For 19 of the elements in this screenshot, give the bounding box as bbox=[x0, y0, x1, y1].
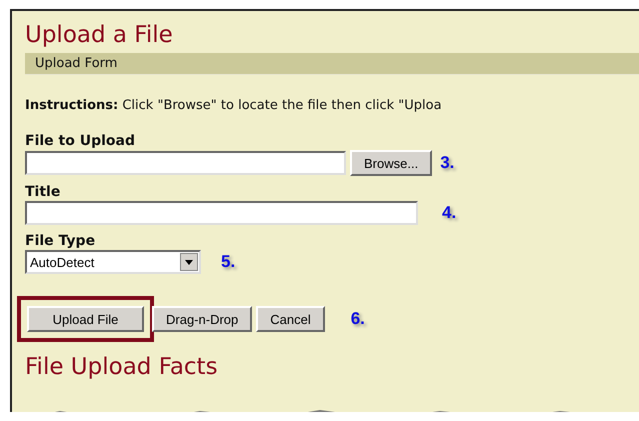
instructions-text: Instructions: Click "Browse" to locate the file then click "Uploa bbox=[25, 98, 443, 113]
action-button[interactable]: Drag-n-Drop bbox=[152, 306, 252, 332]
file-path-field[interactable] bbox=[25, 151, 346, 175]
section-heading: File Upload Facts bbox=[25, 354, 219, 380]
section-bar: Upload Form bbox=[25, 53, 639, 75]
caret-icon bbox=[180, 253, 198, 271]
step-number: 4. bbox=[442, 203, 456, 223]
browse-button[interactable]: Browse... bbox=[350, 150, 432, 176]
title-field[interactable] bbox=[25, 201, 418, 225]
action-button[interactable]: Upload File bbox=[27, 306, 144, 332]
step-number: 3. bbox=[440, 153, 454, 173]
page-title: Upload a File bbox=[25, 21, 174, 49]
action-button[interactable]: Cancel bbox=[256, 306, 325, 332]
field-label: File Type bbox=[25, 232, 96, 250]
step-number: 5. bbox=[221, 252, 236, 272]
step-number: 6. bbox=[350, 309, 365, 329]
field-label: Title bbox=[25, 183, 62, 201]
field-label: File to Upload bbox=[25, 132, 136, 150]
file-type-dropdown[interactable]: AutoDetect bbox=[25, 250, 201, 274]
